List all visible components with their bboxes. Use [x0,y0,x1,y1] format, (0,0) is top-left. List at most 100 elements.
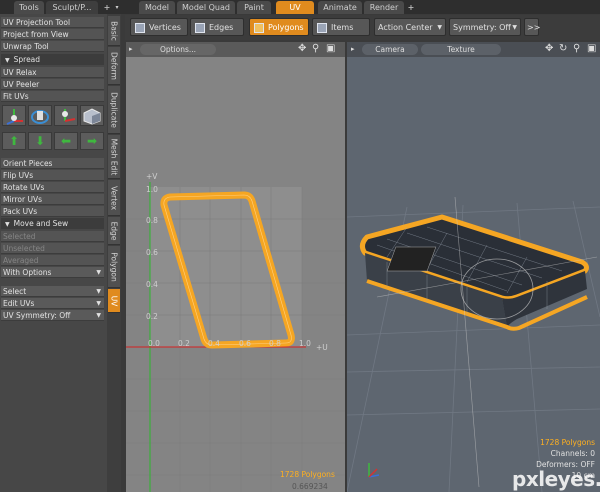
vtab-vertex[interactable]: Vertex [108,180,120,216]
unwrap-tool-button[interactable]: Unwrap Tool [1,41,104,52]
collapse-triangle-icon: ▼ [5,221,10,228]
dropdown-arrow-icon: ▼ [96,312,101,319]
fit-view-icon[interactable]: ▣ [587,44,596,54]
with-options-label: With Options [3,268,52,277]
move-and-sew-section-header[interactable]: ▼ Move and Sew [1,218,104,229]
mirror-uvs-button[interactable]: Mirror UVs [1,194,104,205]
vertices-mode-button[interactable]: Vertices [130,18,188,36]
move-tool-button[interactable] [2,105,26,126]
move-axes-icon [6,109,23,125]
polygons-label: Polygons [268,23,304,32]
vtab-mesh-edit[interactable]: Mesh Edit [108,135,120,179]
fit-uvs-button[interactable]: Fit UVs [1,91,104,102]
tab-tools[interactable]: Tools [14,1,44,14]
move-down-button[interactable]: ⬇ [28,132,52,150]
edges-mode-button[interactable]: Edges [190,18,244,36]
vtab-polygon[interactable]: Polygon [108,246,120,288]
dropdown-arrow-icon: ▼ [96,288,101,295]
uv-options-button[interactable]: Options... [140,44,216,55]
items-cube-icon [317,23,327,33]
arrow-up-icon: ⬆ [8,134,20,148]
pan-icon[interactable]: ✥ [298,44,306,54]
tool-panel: UV Projection Tool Project from View Unw… [0,14,107,492]
add-layout-icon[interactable]: + [406,1,416,14]
more-tools-button[interactable]: >> [524,18,540,36]
rotate-tool-button[interactable] [28,105,52,126]
vtab-duplicate[interactable]: Duplicate [108,86,120,134]
texture-button[interactable]: Texture [421,44,501,55]
fit-view-icon[interactable]: ▣ [326,44,335,54]
tab-paint[interactable]: Paint [237,1,271,14]
collapse-triangle-icon: ▼ [5,57,10,64]
3d-viewport[interactable]: ▸ Camera Texture ✥ ↻ ⚲ ▣ 1728 Polygons C… [347,42,600,492]
vtab-edge[interactable]: Edge [108,217,120,245]
edges-cube-icon [195,23,205,33]
tab-sculpt-paint[interactable]: Sculpt/P... [46,1,98,14]
project-from-view-button[interactable]: Project from View [1,29,104,40]
scale-tool-button[interactable] [54,105,78,126]
tab-model[interactable]: Model [139,1,175,14]
uv-polygon-count: 1728 Polygons [280,470,335,479]
v-tick-08: 0.8 [146,216,158,225]
viewport-menu-icon[interactable]: ▸ [351,44,355,54]
flip-uvs-button[interactable]: Flip UVs [1,170,104,181]
vertices-label: Vertices [149,23,181,32]
vtab-label: Deform [109,51,119,80]
camera-button[interactable]: Camera [362,44,418,55]
sew-selected-button: Selected [1,231,104,242]
uv-viewport[interactable]: ▸ Options... ✥ ⚲ ▣ 1.0 0.8 0.6 0.4 0.2 0… [126,42,345,492]
tab-uv[interactable]: UV [276,1,314,14]
move-right-button[interactable]: ➡ [80,132,104,150]
rotate-view-icon[interactable]: ↻ [559,44,567,54]
uv-symmetry-dropdown[interactable]: UV Symmetry: Off ▼ [1,310,104,321]
tab-animate[interactable]: Animate [318,1,362,14]
u-tick-0: 0.0 [148,339,160,348]
arrow-right-icon: ➡ [86,134,98,148]
uv-peeler-button[interactable]: UV Peeler [1,79,104,90]
cube-transform-icon [83,108,101,125]
uv-relax-button[interactable]: UV Relax [1,67,104,78]
select-dropdown[interactable]: Select ▼ [1,286,104,297]
orient-pieces-button[interactable]: Orient Pieces [1,158,104,169]
zoom-icon[interactable]: ⚲ [573,44,580,54]
vtab-deform[interactable]: Deform [108,47,120,85]
uv-grid-canvas [126,57,345,492]
items-label: Items [331,23,354,32]
move-and-sew-label: Move and Sew [13,219,69,228]
u-tick-08: 0.8 [269,339,281,348]
vtab-basic[interactable]: Basic [108,16,120,46]
uv-viewport-header: ▸ Options... ✥ ⚲ ▣ [126,42,345,57]
zoom-icon[interactable]: ⚲ [312,44,319,54]
dropdown-arrow-icon: ▼ [96,269,101,276]
tab-menu-icon[interactable]: ▾ [112,1,122,14]
items-mode-button[interactable]: Items [312,18,370,36]
viewport-menu-icon[interactable]: ▸ [129,44,133,54]
polygons-mode-button[interactable]: Polygons [249,18,309,36]
rotate-uvs-button[interactable]: Rotate UVs [1,182,104,193]
dropdown-arrow-icon: ▼ [437,24,442,31]
move-up-button[interactable]: ⬆ [2,132,26,150]
spread-section-header[interactable]: ▼ Spread [1,54,104,65]
v-tick-04: 0.4 [146,280,158,289]
action-center-dropdown[interactable]: Action Center ▼ [374,18,446,36]
tab-render[interactable]: Render [364,1,404,14]
sew-unselected-button: Unselected [1,243,104,254]
symmetry-dropdown[interactable]: Symmetry: Off ▼ [449,18,521,36]
pan-icon[interactable]: ✥ [545,44,553,54]
pack-uvs-button[interactable]: Pack UVs [1,206,104,217]
vtab-uv[interactable]: UV [108,289,120,313]
uv-projection-tool-button[interactable]: UV Projection Tool [1,17,104,28]
vtab-label: Basic [109,20,119,41]
transform-tool-button[interactable] [80,105,104,126]
add-tab-icon[interactable]: + [102,1,112,14]
action-center-label: Action Center [378,23,433,32]
u-tick-1: 1.0 [299,339,311,348]
edit-uvs-dropdown[interactable]: Edit UVs ▼ [1,298,104,309]
u-tick-02: 0.2 [178,339,190,348]
tab-model-quad[interactable]: Model Quad [177,1,235,14]
move-left-button[interactable]: ⬅ [54,132,78,150]
top-tab-bar: Tools Sculpt/P... + ▾ Model Model Quad P… [0,0,600,14]
with-options-dropdown[interactable]: With Options ▼ [1,267,104,278]
watermark-logo: pxleyes.com [512,467,600,491]
vtab-label: Polygon [109,251,119,282]
